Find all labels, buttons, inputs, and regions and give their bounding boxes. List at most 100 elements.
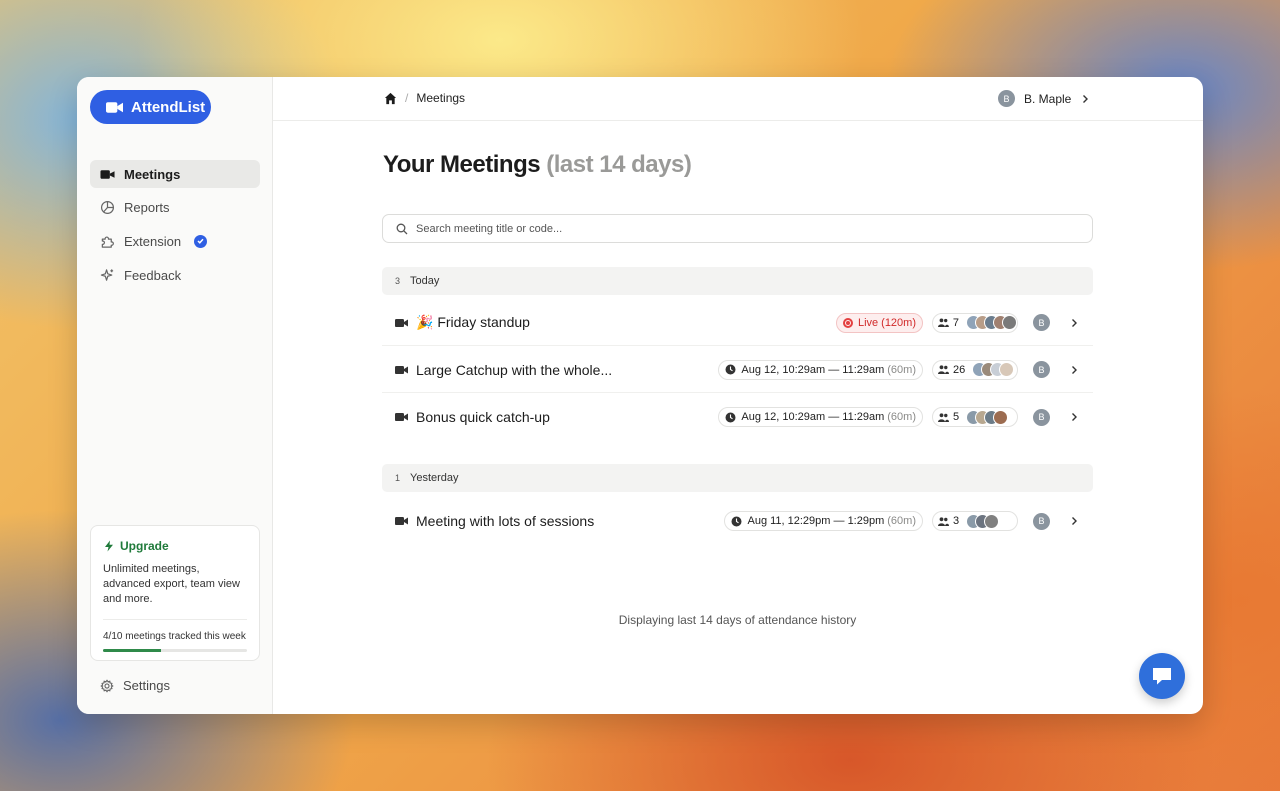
upgrade-card[interactable]: Upgrade Unlimited meetings, advanced exp… [90,525,260,661]
video-camera-icon [106,101,123,113]
search-bar[interactable] [382,214,1093,243]
usage-progress-fill [103,649,161,652]
chevron-right-icon [1080,94,1090,104]
attendee-count: 3 [953,515,960,527]
video-camera-icon [395,413,408,421]
video-camera-icon [395,517,408,525]
chevron-right-icon[interactable] [1069,516,1079,526]
live-label: Live [857,316,879,329]
meeting-duration: (60m) [887,515,916,527]
meeting-title: 🎉 Friday standup [416,314,530,330]
time-range-badge: Aug 11, 12:29pm — 1:29pm (60m) [724,511,923,531]
meeting-title: Meeting with lots of sessions [416,513,595,529]
meeting-meta: Aug 11, 12:29pm — 1:29pm (60m) 3 B [724,511,1079,531]
sidebar-item-reports[interactable]: Reports [90,194,260,222]
meeting-title: Large Catchup with the whole... [416,361,613,378]
sidebar-item-meetings[interactable]: Meetings [90,160,260,188]
gear-icon [100,678,114,693]
attendee-avatars [966,409,1009,425]
attendee-count: 5 [953,411,960,423]
meeting-meta: Aug 12, 10:29am — 11:29am (60m) 26 B [718,359,1079,380]
sidebar-item-label: Reports [124,200,170,216]
puzzle-piece-icon [101,236,114,248]
chevron-right-icon[interactable] [1069,318,1079,328]
video-camera-icon [100,169,115,179]
live-badge: Live (120m) [835,312,923,333]
attendee-avatar [1002,315,1017,330]
sidebar-item-label: Meetings [124,166,181,182]
app-window: AttendList Meetings Reports Extension Fe… [77,77,1203,714]
meeting-time: Aug 12, 10:29am — 11:29am [741,363,885,376]
search-input[interactable] [416,222,1016,235]
host-avatar: B [1033,408,1050,426]
attendee-avatar [993,409,1009,425]
video-camera-icon [395,319,408,327]
chevron-right-icon[interactable] [1069,365,1079,375]
clock-icon [725,364,736,375]
time-range-badge: Aug 12, 10:29am — 11:29am (60m) [718,407,923,427]
page-title-main: Your Meetings [383,151,541,178]
attendee-avatars [972,362,1015,377]
settings-button[interactable]: Settings [100,678,170,693]
avatar: B [998,90,1015,107]
breadcrumb: / Meetings [384,91,465,105]
attendee-avatar [984,513,1000,529]
people-icon [938,365,949,374]
lightning-icon [105,540,113,552]
brand-name: AttendList [131,98,206,116]
group-label: Today [410,275,440,287]
meeting-meta: Aug 12, 10:29am — 11:29am (60m) 5 B [718,407,1079,427]
meeting-duration: (60m) [887,411,916,423]
attendee-avatars [966,513,1000,529]
attendee-count: 26 [953,363,966,376]
group-label: Yesterday [410,472,459,484]
chat-bubble-icon [1153,668,1171,685]
host-avatar: B [1033,361,1050,378]
clock-icon [725,412,736,423]
page-title: Your Meetings (last 14 days) [383,151,692,179]
meeting-row[interactable]: Bonus quick catch-up Aug 12, 10:29am — 1… [382,394,1093,440]
meeting-title: Bonus quick catch-up [416,409,550,425]
user-menu[interactable]: B B. Maple [998,90,1090,107]
home-icon[interactable] [384,92,397,105]
sidebar-item-extension[interactable]: Extension [90,227,260,255]
history-note: Displaying last 14 days of attendance hi… [618,613,857,627]
attendees-pill[interactable]: 26 [932,359,1018,380]
search-icon [396,223,408,234]
chevron-right-icon[interactable] [1069,412,1079,422]
attendees-pill[interactable]: 3 [932,511,1018,531]
attendee-avatars [966,315,1017,330]
breadcrumb-current: Meetings [416,91,466,105]
meeting-row[interactable]: Large Catchup with the whole... Aug 12, … [382,347,1093,393]
attendee-count: 7 [952,316,959,329]
sidebar-item-label: Feedback [124,267,182,283]
upgrade-description: Unlimited meetings, advanced export, tea… [103,563,240,605]
sidebar-nav: Meetings Reports Extension Feedback [90,160,260,295]
pie-chart-icon [100,201,115,215]
video-camera-icon [395,366,408,374]
usage-progress-bar [103,649,247,652]
attendee-avatar [999,362,1015,377]
usage-text: 4/10 meetings tracked this week [103,631,246,642]
settings-label: Settings [123,678,170,693]
live-indicator-icon [842,317,853,328]
meeting-time: Aug 12, 10:29am — 11:29am [741,411,885,423]
meeting-row[interactable]: 🎉 Friday standup Live (120m) 7 B [382,300,1093,346]
upgrade-title-label: Upgrade [120,539,169,553]
attendees-pill[interactable]: 5 [932,407,1018,427]
chat-support-button[interactable] [1139,653,1185,699]
breadcrumb-separator: / [405,91,409,105]
sidebar-item-label: Extension [124,233,182,249]
meeting-meta: Live (120m) 7 B [835,312,1079,333]
meeting-row[interactable]: Meeting with lots of sessions Aug 11, 12… [382,498,1093,544]
main-content: / Meetings B B. Maple Your Meetings (las… [273,77,1203,714]
group-count: 3 [395,276,401,286]
divider [103,619,247,620]
top-bar: / Meetings B B. Maple [273,77,1203,121]
brand-button[interactable]: AttendList [90,90,211,124]
group-header-today: 3 Today [382,267,1093,295]
clock-icon [731,516,742,527]
sidebar-item-feedback[interactable]: Feedback [90,261,260,289]
meeting-time: Aug 11, 12:29pm — 1:29pm [747,515,885,527]
attendees-pill[interactable]: 7 [932,312,1018,333]
